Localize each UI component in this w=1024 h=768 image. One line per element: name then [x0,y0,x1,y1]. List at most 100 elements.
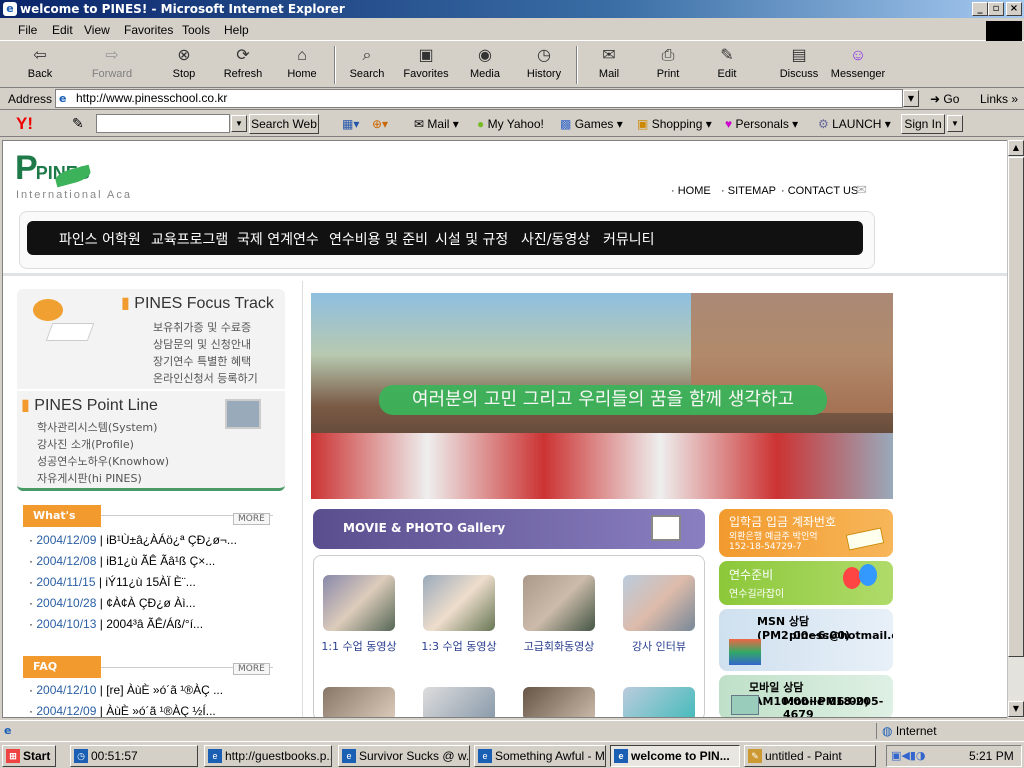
yahoo-search-input[interactable] [96,114,230,133]
highlight-icon[interactable]: ⊕▾ [372,117,388,131]
menu-file[interactable]: File [18,23,37,37]
personals-button[interactable]: ♥ Personals ▾ [725,117,798,131]
refresh-button[interactable]: ⟳ Refresh [215,46,271,86]
gallery-label[interactable]: 고급회화동영상 [514,638,604,654]
faq-item[interactable]: · 2004/12/10 | [re] ÀùÈ »ó´ã ¹®ÀÇ ... [29,683,223,697]
gallery-label[interactable]: 1:3 수업 동영상 [414,638,504,654]
point-link-system[interactable]: 학사관리시스템(System) [37,419,157,435]
nav-costs[interactable]: 연수비용 및 준비 [329,229,428,249]
messenger-button[interactable]: ☺ Messenger [830,46,886,86]
favorites-button[interactable]: ▣ Favorites [398,46,454,86]
nav-programs[interactable]: 교육프로그램 [151,229,228,249]
news-more-button[interactable]: MORE [233,513,270,525]
top-nav-sitemap[interactable]: · SITEMAP [721,185,776,197]
bank-account-banner[interactable]: 입학금 입금 계좌번호 외환은행 예금주 박인억 152-18-54729-7 [719,509,893,557]
mail-button[interactable]: ✉ Mail [581,46,637,86]
focus-link-certificate[interactable]: 보유취가증 및 수료증 [153,319,251,335]
home-button[interactable]: ⌂ Home [274,46,330,86]
sign-in-button[interactable]: Sign In [901,114,945,134]
yahoo-logo-icon[interactable]: Y! [16,114,33,134]
nav-academy[interactable]: 파인스 어학원 [59,229,141,249]
search-button[interactable]: ⌕ Search [339,46,395,86]
faq-more-button[interactable]: MORE [233,663,270,675]
gallery-label[interactable]: 1:1 수업 동영상 [314,638,404,654]
point-link-profile[interactable]: 강사진 소개(Profile) [37,436,134,452]
point-link-knowhow[interactable]: 성공연수노하우(Knowhow) [37,453,169,469]
mobile-consult-banner[interactable]: 모바일 상담 (AM10:00~PM6:00) Mobile 018-205-4… [719,675,893,717]
discuss-button[interactable]: ▤ Discuss [771,46,827,86]
edit-button[interactable]: ✎ Edit [699,46,755,86]
links-button[interactable]: Links » [980,92,1018,106]
thumbnail-1on1[interactable] [323,575,395,631]
yahoo-options-icon[interactable]: ▦▾ [342,117,359,131]
menu-edit[interactable]: Edit [52,23,73,37]
stop-button[interactable]: ⊗ Stop [156,46,212,86]
news-item[interactable]: · 2004/11/15 | iÝ11¿ù 15ÀÏ È¨... [29,575,196,589]
point-link-board[interactable]: 자유게시판(hi PINES) [37,470,142,486]
task-something-awful[interactable]: e Something Awful - Mi... [474,745,606,767]
scroll-up-button[interactable]: ▲ [1008,140,1024,156]
print-button[interactable]: ⎙ Print [640,46,696,86]
yahoo-mail-button[interactable]: ✉ Mail ▾ [414,117,459,131]
menu-view[interactable]: View [84,23,110,37]
thumbnail-interview[interactable] [623,575,695,631]
news-item[interactable]: · 2004/10/13 | 2004³â ÃÊ/Áß/°í... [29,617,203,631]
pencil-icon[interactable]: ✎ [72,115,84,132]
thumbnail[interactable] [523,687,595,717]
history-button[interactable]: ◷ History [516,46,572,86]
news-item[interactable]: · 2004/12/09 | iB¹Ù±â¿ÀÁö¿ª ÇÐ¿ø¬... [29,533,237,547]
task-pines[interactable]: e welcome to PIN... [610,745,740,767]
thumbnail[interactable] [623,687,695,717]
media-button[interactable]: ◉ Media [457,46,513,86]
nav-media[interactable]: 사진/동영상 [521,229,590,249]
menu-help[interactable]: Help [224,23,249,37]
news-item[interactable]: · 2004/12/08 | iB1¿ù ÃÊ Ãâ¹ß Ç×... [29,554,215,568]
thumbnail[interactable] [323,687,395,717]
edit-document-icon: ✎ [720,47,734,64]
tray-icons[interactable]: ▣◀▮◑ [891,749,926,762]
ie-logo-icon: e [3,2,17,16]
menu-favorites[interactable]: Favorites [124,23,173,37]
shopping-button[interactable]: ▣ Shopping ▾ [637,117,712,131]
yahoo-search-dropdown[interactable]: ▼ [231,115,247,132]
task-survivor-sucks[interactable]: e Survivor Sucks @ w... [338,745,470,767]
search-web-button[interactable]: Search Web [249,114,319,134]
sign-in-dropdown[interactable]: ▼ [947,115,963,132]
maximize-button[interactable]: ▫ [988,2,1004,16]
minimize-button[interactable]: _ [972,2,988,16]
vertical-scrollbar[interactable]: ▲ ▼ [1007,140,1024,718]
close-button[interactable]: × [1006,2,1022,16]
scroll-thumb[interactable] [1008,157,1024,657]
my-yahoo-button[interactable]: ● My Yahoo! [477,117,544,131]
top-nav-home[interactable]: · HOME [671,185,711,197]
launch-button[interactable]: ⚙ LAUNCH ▾ [818,117,891,131]
thumbnail-1on3[interactable] [423,575,495,631]
back-button[interactable]: ⇦ Back [12,46,68,86]
forward-button[interactable]: ⇨ Forward [84,46,140,86]
gallery-label[interactable]: 강사 인터뷰 [614,638,704,654]
focus-link-benefits[interactable]: 장기연수 특별한 혜택 [153,353,251,369]
games-button[interactable]: ▩ Games ▾ [560,117,623,131]
news-item[interactable]: · 2004/10/28 | ¢À¢À ÇÐ¿ø Àì... [29,596,196,610]
preparation-banner[interactable]: 연수준비 연수길라잡이 [719,561,893,605]
start-button[interactable]: ⊞ Start [2,745,56,767]
faq-item[interactable]: · 2004/12/09 | ÀùÈ »ó´ã ¹®ÀÇ ½Í... [29,704,216,717]
gallery-header[interactable]: MOVIE & PHOTO Gallery [313,509,705,549]
go-button[interactable]: ➜ Go [930,92,959,106]
focus-link-apply[interactable]: 온라인신청서 등록하기 [153,370,258,386]
focus-link-consult[interactable]: 상담문의 및 신청안내 [153,336,251,352]
task-paint[interactable]: ✎ untitled - Paint [744,745,876,767]
msn-consult-banner[interactable]: MSN 상담 (PM2:00~6:00) piness@hotmail.com [719,609,893,671]
nav-facilities[interactable]: 시설 및 규정 [435,229,508,249]
task-guestbooks[interactable]: e http://guestbooks.p... [204,745,332,767]
address-dropdown-button[interactable]: ▼ [903,90,919,107]
top-nav-contact[interactable]: · CONTACT US [781,185,858,197]
thumbnail[interactable] [423,687,495,717]
scroll-down-button[interactable]: ▼ [1008,701,1024,717]
menu-tools[interactable]: Tools [182,23,210,37]
task-timer[interactable]: ◷ 00:51:57 [70,745,198,767]
nav-community[interactable]: 커뮤니티 [603,229,655,249]
nav-international[interactable]: 국제 연계연수 [237,229,319,249]
address-input[interactable]: http://www.pinesschool.co.kr [55,89,903,108]
thumbnail-advanced[interactable] [523,575,595,631]
